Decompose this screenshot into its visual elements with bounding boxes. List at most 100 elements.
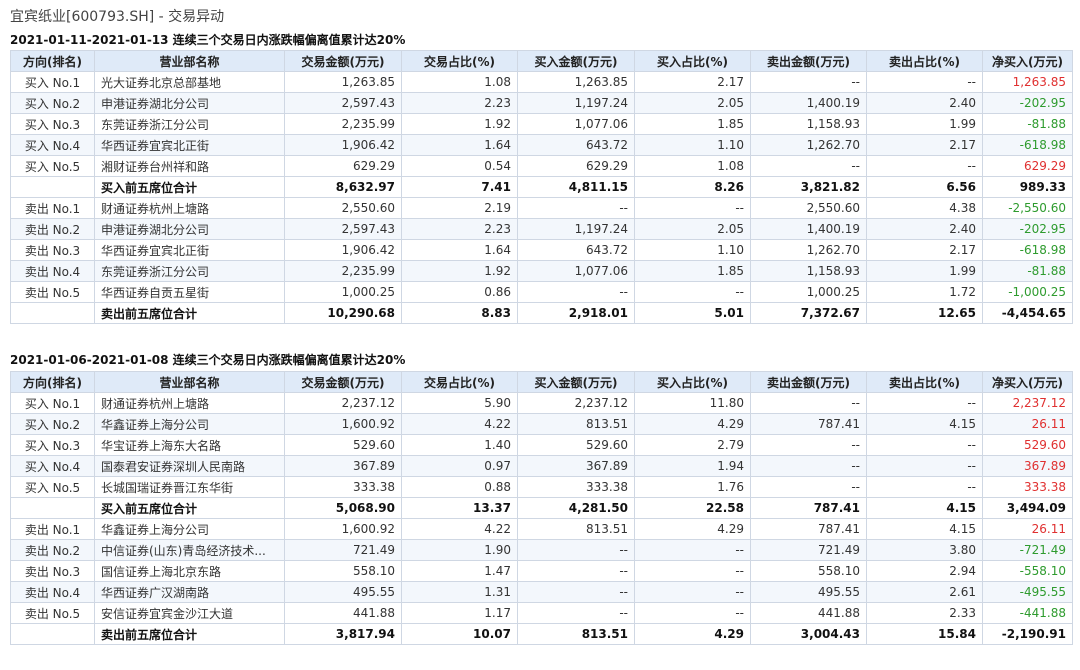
- sell-ratio-cell: 4.15: [866, 518, 983, 540]
- trade-ratio-cell: 7.41: [401, 176, 518, 198]
- buy-amount-cell: --: [517, 560, 635, 582]
- sell-amount-cell: 1,158.93: [750, 260, 867, 282]
- sell-ratio-cell: 2.33: [866, 602, 983, 624]
- buy-ratio-cell: 22.58: [634, 497, 751, 519]
- buy-amount-cell: --: [517, 602, 635, 624]
- net-buy-cell: 26.11: [982, 518, 1073, 540]
- summary-row: 卖出前五席位合计 10,290.68 8.83 2,918.01 5.01 7,372.6…: [10, 302, 1073, 324]
- trade-amount-cell: 333.38: [284, 476, 402, 498]
- column-header-sell-ratio: 卖出占比(%): [866, 50, 983, 72]
- column-header-trade-ratio: 交易占比(%): [401, 50, 518, 72]
- buy-amount-cell: 1,263.85: [517, 71, 635, 93]
- column-header-trade-amount: 交易金额(万元): [284, 371, 402, 393]
- net-buy-cell: 629.29: [982, 155, 1073, 177]
- buy-ratio-cell: 1.94: [634, 455, 751, 477]
- direction-cell: 卖出 No.2: [10, 539, 95, 561]
- sell-ratio-cell: 1.99: [866, 113, 983, 135]
- table-header-row: 方向(排名) 营业部名称 交易金额(万元) 交易占比(%) 买入金额(万元) 买入占比(%…: [10, 371, 1073, 393]
- column-header-direction: 方向(排名): [10, 371, 95, 393]
- buy-amount-cell: --: [517, 197, 635, 219]
- buy-ratio-cell: 4.29: [634, 518, 751, 540]
- direction-cell: 买入 No.2: [10, 413, 95, 435]
- trade-amount-cell: 558.10: [284, 560, 402, 582]
- direction-cell: 卖出 No.3: [10, 239, 95, 261]
- table-row: 买入 No.1 财通证券杭州上塘路 2,237.12 5.90 2,237.12 11.8…: [10, 392, 1073, 414]
- direction-cell: 卖出 No.4: [10, 581, 95, 603]
- column-header-trade-ratio: 交易占比(%): [401, 371, 518, 393]
- buy-ratio-cell: --: [634, 281, 751, 303]
- buy-ratio-cell: --: [634, 602, 751, 624]
- trade-ratio-cell: 0.54: [401, 155, 518, 177]
- net-buy-cell: 3,494.09: [982, 497, 1073, 519]
- trade-amount-cell: 1,600.92: [284, 518, 402, 540]
- buy-amount-cell: 629.29: [517, 155, 635, 177]
- sell-amount-cell: 1,262.70: [750, 134, 867, 156]
- net-buy-cell: -81.88: [982, 113, 1073, 135]
- buy-ratio-cell: 1.85: [634, 113, 751, 135]
- trade-amount-cell: 495.55: [284, 581, 402, 603]
- sell-amount-cell: 3,821.82: [750, 176, 867, 198]
- direction-cell: 买入 No.3: [10, 434, 95, 456]
- buy-amount-cell: 643.72: [517, 134, 635, 156]
- buy-amount-cell: 813.51: [517, 413, 635, 435]
- buy-amount-cell: 1,077.06: [517, 260, 635, 282]
- trade-ratio-cell: 0.86: [401, 281, 518, 303]
- column-header-sell-amount: 卖出金额(万元): [750, 50, 867, 72]
- sell-ratio-cell: --: [866, 71, 983, 93]
- trade-ratio-cell: 4.22: [401, 518, 518, 540]
- trading-table-1: 方向(排名) 营业部名称 交易金额(万元) 交易占比(%) 买入金额(万元) 买入占比(%…: [10, 50, 1073, 324]
- summary-row: 买入前五席位合计 5,068.90 13.37 4,281.50 22.58 787.41…: [10, 497, 1073, 519]
- buy-ratio-cell: 11.80: [634, 392, 751, 414]
- trade-amount-cell: 2,237.12: [284, 392, 402, 414]
- trade-ratio-cell: 1.47: [401, 560, 518, 582]
- trading-table-2: 方向(排名) 营业部名称 交易金额(万元) 交易占比(%) 买入金额(万元) 买入占比(%…: [10, 371, 1073, 645]
- sell-amount-cell: --: [750, 434, 867, 456]
- sell-ratio-cell: 4.15: [866, 413, 983, 435]
- branch-name-cell: 东莞证券浙江分公司: [94, 113, 285, 135]
- direction-cell: 买入 No.5: [10, 155, 95, 177]
- buy-ratio-cell: 4.29: [634, 623, 751, 645]
- column-header-branch-name: 营业部名称: [94, 50, 285, 72]
- trade-ratio-cell: 1.08: [401, 71, 518, 93]
- buy-amount-cell: 2,918.01: [517, 302, 635, 324]
- branch-name-cell: 长城国瑞证券晋江东华街: [94, 476, 285, 498]
- trade-amount-cell: 441.88: [284, 602, 402, 624]
- net-buy-cell: -202.95: [982, 92, 1073, 114]
- net-buy-cell: -558.10: [982, 560, 1073, 582]
- branch-name-cell: 卖出前五席位合计: [94, 302, 285, 324]
- branch-name-cell: 东莞证券浙江分公司: [94, 260, 285, 282]
- table-row: 卖出 No.2 申港证券湖北分公司 2,597.43 2.23 1,197.24 2.05…: [10, 218, 1073, 240]
- direction-cell: 买入 No.5: [10, 476, 95, 498]
- branch-name-cell: 国泰君安证券深圳人民南路: [94, 455, 285, 477]
- net-buy-cell: -2,190.91: [982, 623, 1073, 645]
- buy-ratio-cell: --: [634, 197, 751, 219]
- buy-ratio-cell: 4.29: [634, 413, 751, 435]
- sell-ratio-cell: 12.65: [866, 302, 983, 324]
- trade-amount-cell: 1,600.92: [284, 413, 402, 435]
- buy-ratio-cell: 5.01: [634, 302, 751, 324]
- sell-ratio-cell: 1.72: [866, 281, 983, 303]
- buy-ratio-cell: 2.79: [634, 434, 751, 456]
- sell-amount-cell: 721.49: [750, 539, 867, 561]
- buy-ratio-cell: 2.17: [634, 71, 751, 93]
- direction-cell: 卖出 No.1: [10, 197, 95, 219]
- trade-ratio-cell: 5.90: [401, 392, 518, 414]
- trade-amount-cell: 8,632.97: [284, 176, 402, 198]
- branch-name-cell: 华西证券广汉湖南路: [94, 581, 285, 603]
- trade-ratio-cell: 1.92: [401, 260, 518, 282]
- table-row: 买入 No.3 东莞证券浙江分公司 2,235.99 1.92 1,077.06 1.85…: [10, 113, 1073, 135]
- net-buy-cell: 2,237.12: [982, 392, 1073, 414]
- buy-ratio-cell: 2.05: [634, 92, 751, 114]
- table-row: 卖出 No.3 华西证券宜宾北正街 1,906.42 1.64 643.72 1.10 1,…: [10, 239, 1073, 261]
- net-buy-cell: -202.95: [982, 218, 1073, 240]
- trade-ratio-cell: 1.31: [401, 581, 518, 603]
- sell-amount-cell: 1,000.25: [750, 281, 867, 303]
- net-buy-cell: 26.11: [982, 413, 1073, 435]
- table-row: 买入 No.2 申港证券湖北分公司 2,597.43 2.23 1,197.24 2.05…: [10, 92, 1073, 114]
- sell-ratio-cell: 2.61: [866, 581, 983, 603]
- direction-cell: 买入 No.3: [10, 113, 95, 135]
- buy-amount-cell: 4,281.50: [517, 497, 635, 519]
- section-title-2: 2021-01-06-2021-01-08 连续三个交易日内涨跌幅偏离值累计达2…: [10, 353, 406, 367]
- buy-amount-cell: --: [517, 539, 635, 561]
- trade-ratio-cell: 1.64: [401, 134, 518, 156]
